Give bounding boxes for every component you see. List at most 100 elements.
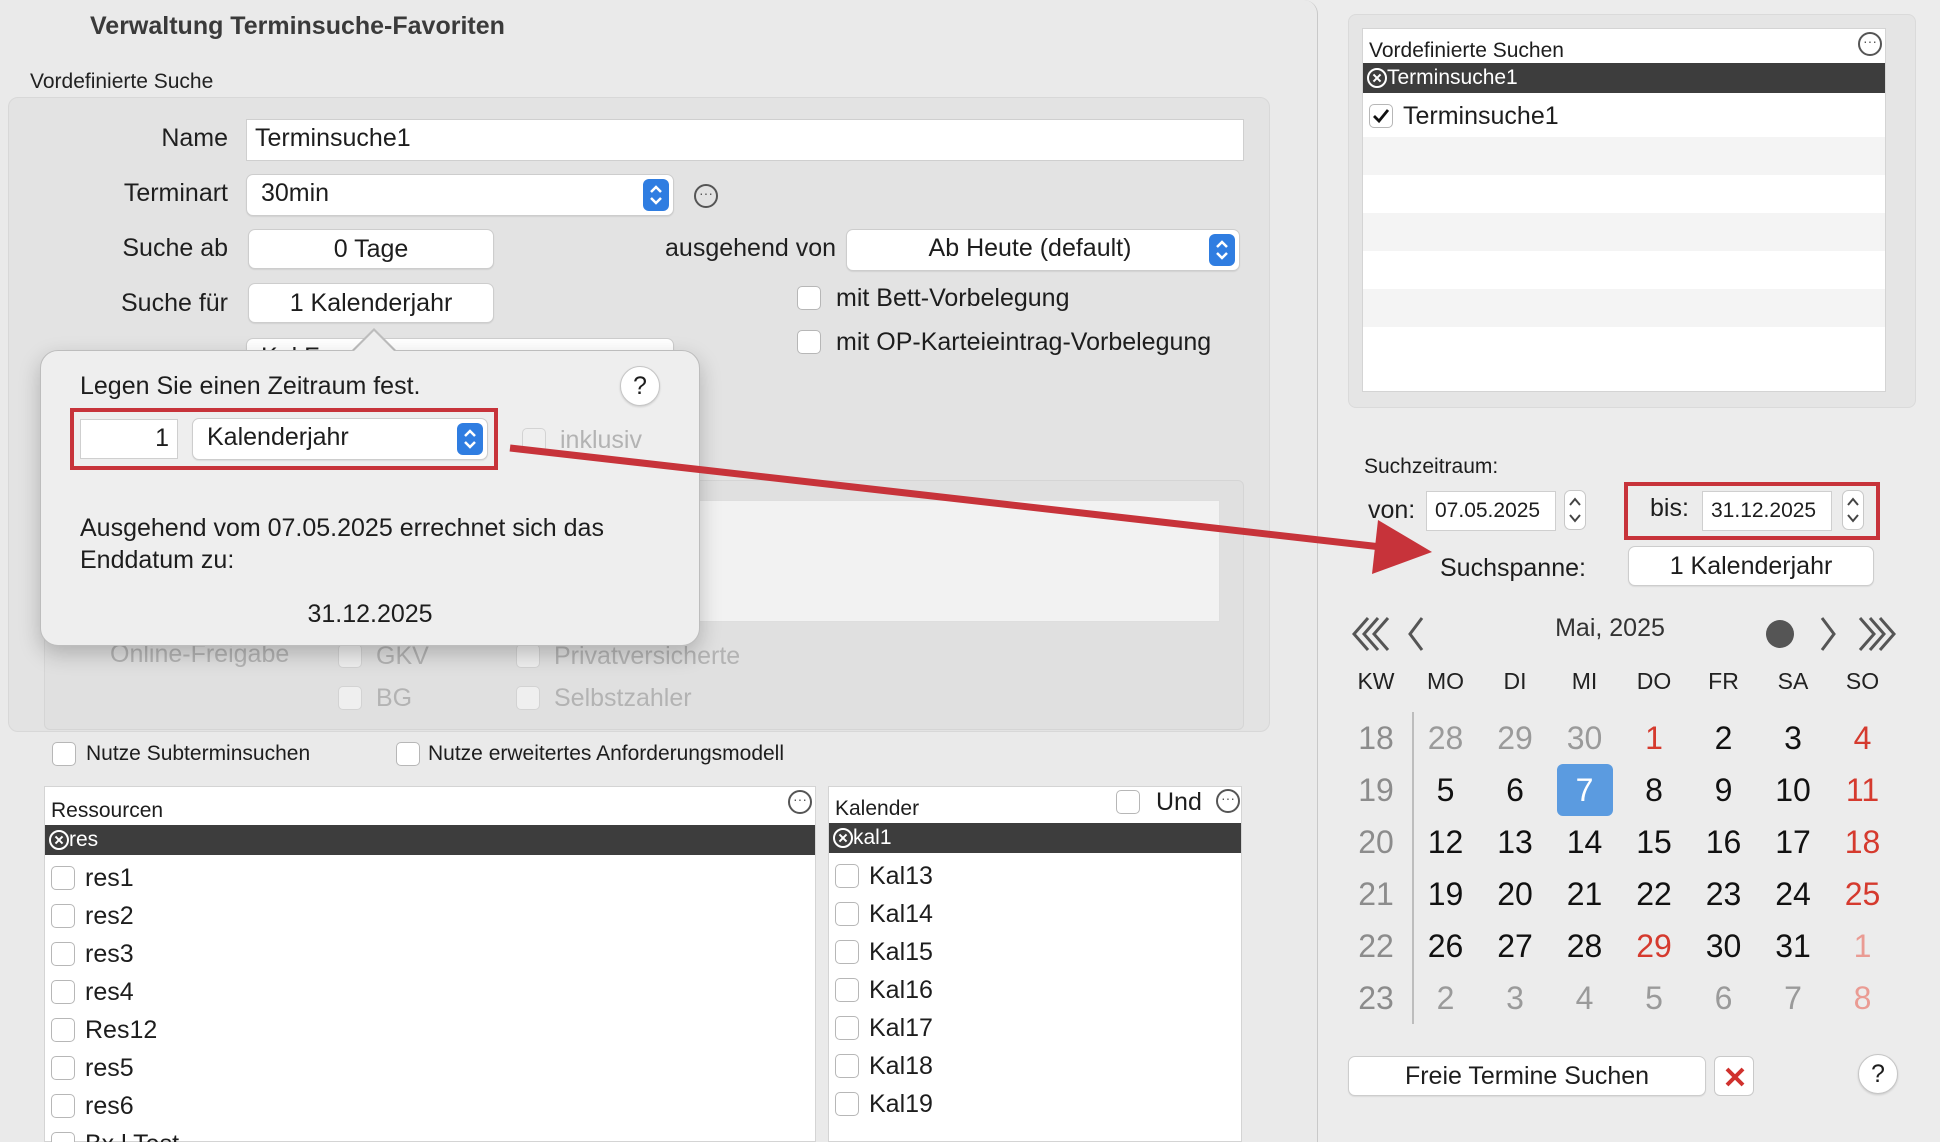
calendar-day[interactable]: 6 (1696, 972, 1752, 1024)
ressourcen-item-checkbox[interactable] (51, 866, 75, 890)
week-number[interactable]: 23 (1348, 972, 1404, 1024)
kalender-more-icon[interactable]: ··· (1216, 789, 1240, 813)
kalender-item[interactable]: Kal15 (829, 933, 1241, 971)
check-icon[interactable] (1369, 104, 1393, 128)
anforderung-checkbox[interactable] (396, 742, 420, 766)
calendar-day[interactable]: 10 (1765, 764, 1821, 816)
kalender-item[interactable]: Kal16 (829, 971, 1241, 1009)
cancel-button[interactable] (1714, 1056, 1754, 1096)
kalender-item-checkbox[interactable] (835, 1092, 859, 1116)
calendar-day[interactable]: 25 (1835, 868, 1891, 920)
terminart-select[interactable]: 30min (246, 174, 674, 216)
ressourcen-item-checkbox[interactable] (51, 942, 75, 966)
calendar-day[interactable]: 4 (1835, 712, 1891, 764)
ressourcen-item-checkbox[interactable] (51, 904, 75, 928)
kalender-item[interactable]: Kal17 (829, 1009, 1241, 1047)
ressourcen-item[interactable]: Bx l Test (45, 1125, 815, 1142)
calendar-day[interactable]: 28 (1418, 712, 1474, 764)
next-year-icon[interactable] (1856, 614, 1900, 654)
unit-select[interactable]: Kalenderjahr (192, 418, 488, 460)
calendar-day[interactable]: 6 (1487, 764, 1543, 816)
calendar-day[interactable]: 14 (1557, 816, 1613, 868)
bis-stepper[interactable] (1842, 490, 1864, 535)
kalender-item-checkbox[interactable] (835, 978, 859, 1002)
kalender-item[interactable]: Kal13 (829, 857, 1241, 895)
inklusiv-checkbox[interactable] (522, 428, 546, 452)
ressourcen-more-icon[interactable]: ··· (788, 790, 812, 814)
kalender-item[interactable]: Kal19 (829, 1085, 1241, 1123)
calendar-day[interactable]: 28 (1557, 920, 1613, 972)
ressourcen-item-checkbox[interactable] (51, 1018, 75, 1042)
calendar-day[interactable]: 8 (1835, 972, 1891, 1024)
calendar-day[interactable]: 29 (1626, 920, 1682, 972)
kalender-item-checkbox[interactable] (835, 864, 859, 888)
suche-ab-button[interactable]: 0 Tage (248, 229, 494, 269)
calendar-day[interactable]: 7 (1765, 972, 1821, 1024)
calendar-day[interactable]: 2 (1696, 712, 1752, 764)
ressourcen-item[interactable]: res3 (45, 935, 815, 973)
calendar-day[interactable]: 15 (1626, 816, 1682, 868)
ressourcen-item-checkbox[interactable] (51, 1132, 75, 1142)
today-dot-icon[interactable] (1766, 620, 1794, 648)
bg-checkbox[interactable] (338, 686, 362, 710)
op-checkbox[interactable] (797, 330, 821, 354)
week-number[interactable]: 18 (1348, 712, 1404, 764)
kalender-item-checkbox[interactable] (835, 1054, 859, 1078)
calendar-day[interactable]: 11 (1835, 764, 1891, 816)
calendar-day[interactable]: 30 (1696, 920, 1752, 972)
week-number[interactable]: 22 (1348, 920, 1404, 972)
predef-filter-bar[interactable]: Terminsuche1 (1363, 63, 1885, 93)
calendar-day[interactable]: 12 (1418, 816, 1474, 868)
ressourcen-item[interactable]: res6 (45, 1087, 815, 1125)
calendar-day[interactable]: 4 (1557, 972, 1613, 1024)
calendar-day[interactable]: 26 (1418, 920, 1474, 972)
ressourcen-item[interactable]: res1 (45, 859, 815, 897)
help-button[interactable]: ? (1858, 1054, 1898, 1094)
ressourcen-filter-bar[interactable]: res (45, 825, 815, 855)
week-number[interactable]: 21 (1348, 868, 1404, 920)
ressourcen-item-checkbox[interactable] (51, 980, 75, 1004)
popover-help-button[interactable]: ? (620, 366, 660, 406)
bis-field[interactable]: 31.12.2025 (1702, 491, 1832, 531)
ressourcen-item[interactable]: res5 (45, 1049, 815, 1087)
kalender-filter-bar[interactable]: kal1 (829, 823, 1241, 853)
calendar-day[interactable]: 1 (1626, 712, 1682, 764)
calendar-day[interactable]: 2 (1418, 972, 1474, 1024)
kalender-item-checkbox[interactable] (835, 1016, 859, 1040)
calendar-day[interactable]: 31 (1765, 920, 1821, 972)
spanne-button[interactable]: 1 Kalenderjahr (1628, 546, 1874, 586)
calendar-day[interactable]: 30 (1557, 712, 1613, 764)
calendar-day[interactable]: 27 (1487, 920, 1543, 972)
calendar-day[interactable]: 8 (1626, 764, 1682, 816)
calendar-day[interactable]: 24 (1765, 868, 1821, 920)
selbst-checkbox[interactable] (516, 686, 540, 710)
calendar-day[interactable]: 7 (1556, 764, 1613, 816)
predef-item[interactable]: Terminsuche1 (1363, 95, 1885, 137)
calendar-day[interactable]: 5 (1418, 764, 1474, 816)
calendar-day[interactable]: 18 (1835, 816, 1891, 868)
week-number[interactable]: 20 (1348, 816, 1404, 868)
calendar-day[interactable]: 22 (1626, 868, 1682, 920)
calendar-day[interactable]: 17 (1765, 816, 1821, 868)
und-checkbox[interactable] (1116, 790, 1140, 814)
subtermin-checkbox[interactable] (52, 742, 76, 766)
count-field[interactable]: 1 (80, 419, 178, 459)
kalender-item[interactable]: Kal14 (829, 895, 1241, 933)
predef-more-icon[interactable]: ··· (1858, 32, 1882, 56)
gkv-checkbox[interactable] (338, 644, 362, 668)
freie-termine-button[interactable]: Freie Termine Suchen (1348, 1056, 1706, 1096)
calendar-day[interactable]: 3 (1487, 972, 1543, 1024)
week-number[interactable]: 19 (1348, 764, 1404, 816)
calendar-day[interactable]: 13 (1487, 816, 1543, 868)
suche-fuer-button[interactable]: 1 Kalenderjahr (248, 283, 494, 323)
calendar-day[interactable]: 16 (1696, 816, 1752, 868)
kalender-item-checkbox[interactable] (835, 940, 859, 964)
kalender-item-checkbox[interactable] (835, 902, 859, 926)
calendar-day[interactable]: 23 (1696, 868, 1752, 920)
calendar-day[interactable]: 21 (1557, 868, 1613, 920)
calendar-day[interactable]: 3 (1765, 712, 1821, 764)
prev-year-icon[interactable] (1348, 614, 1392, 654)
von-stepper[interactable] (1564, 490, 1586, 535)
privat-checkbox[interactable] (516, 644, 540, 668)
kalender-item[interactable]: Kal18 (829, 1047, 1241, 1085)
